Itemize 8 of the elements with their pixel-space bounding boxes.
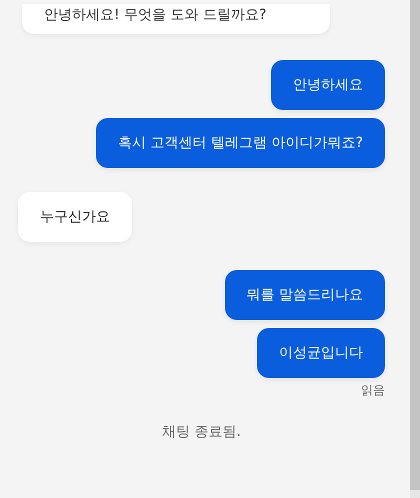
message-bubble: 뭐를 말씀드리나요 [224, 270, 385, 320]
read-receipt: 읽음 [361, 382, 385, 399]
chat-status: 채팅 종료됨. [162, 423, 241, 441]
message-bubble: 이성균입니다 [257, 328, 385, 378]
message-bubble: 안녕하세요 [271, 60, 385, 110]
message-bubble: 안녕하세요! 무엇을 도와 드릴까요? [22, 4, 330, 34]
message-bubble: 누구신가요 [18, 192, 132, 242]
message-bubble: 혹시 고객센터 텔레그램 아이디가뭐죠? [96, 118, 385, 168]
